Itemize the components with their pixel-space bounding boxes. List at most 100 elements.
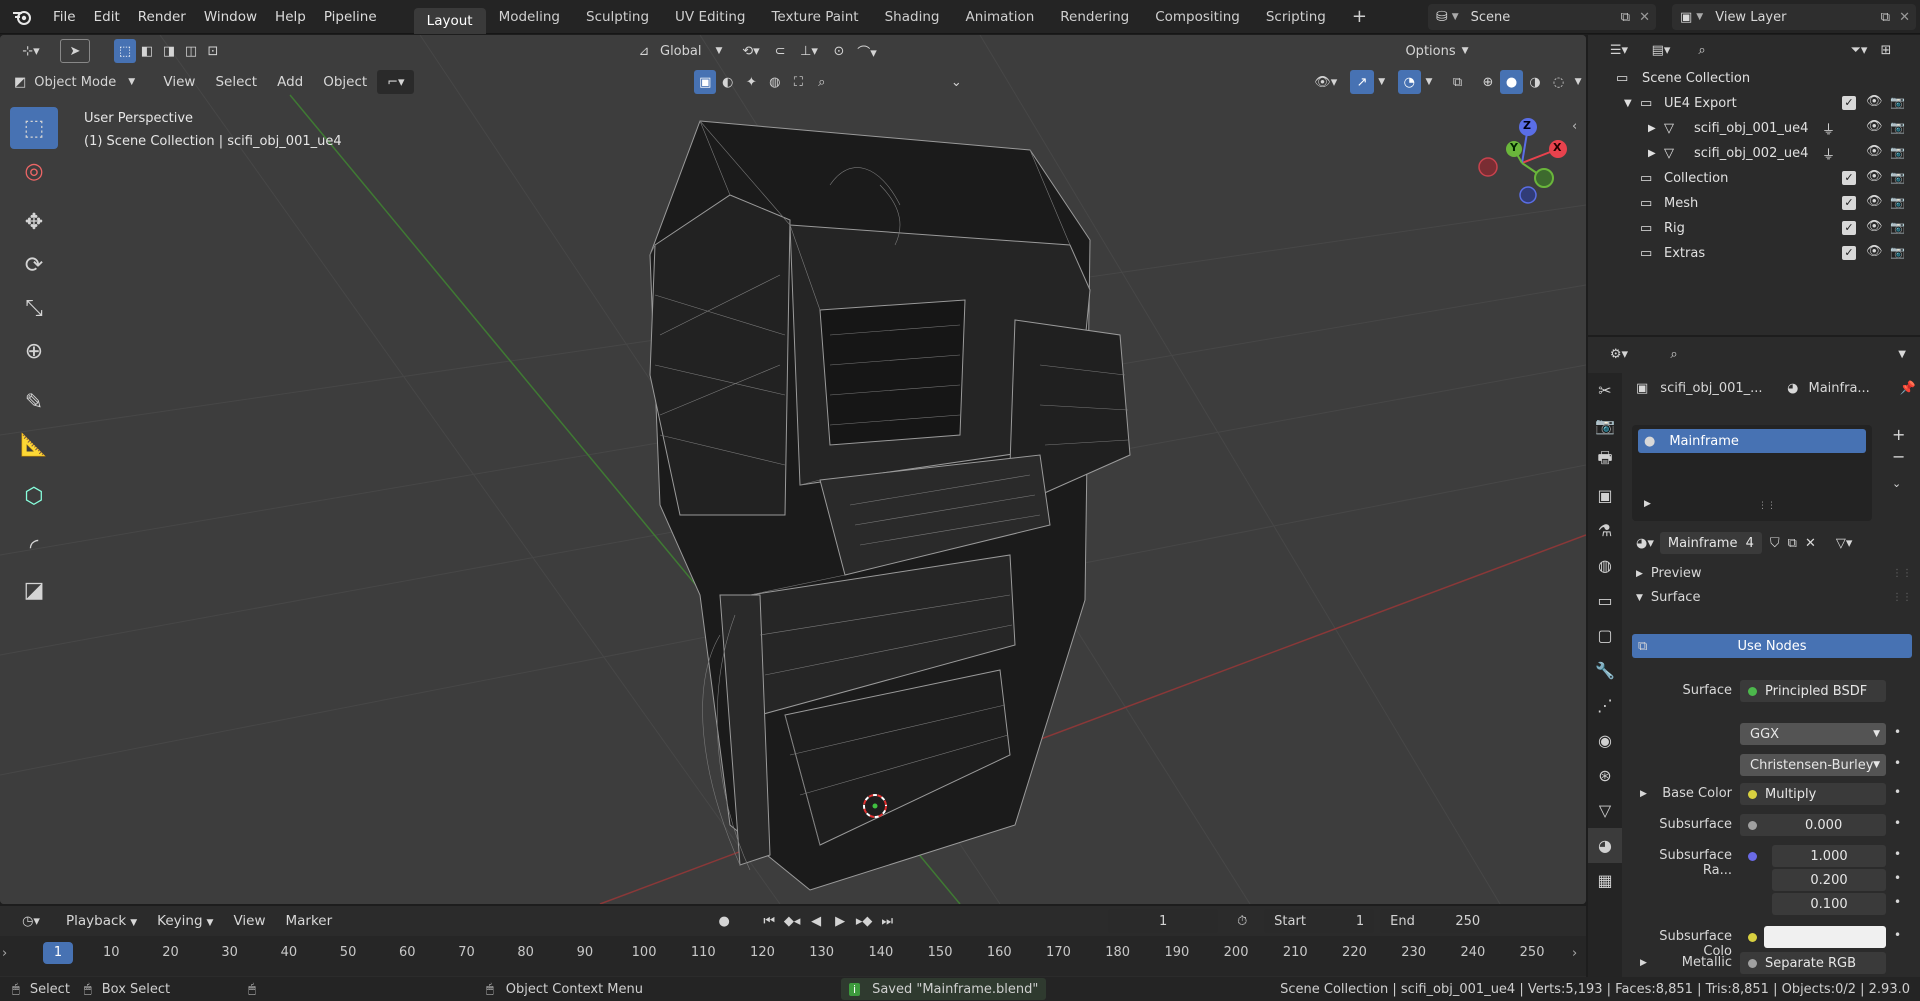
material-slot-list[interactable]: ● Mainframe ▶ ⋮⋮	[1632, 425, 1872, 521]
tab-texture-paint[interactable]: Texture Paint	[758, 4, 871, 30]
data-tab-icon[interactable]: ▽	[1588, 793, 1622, 828]
search-icon[interactable]: ⌕	[810, 70, 834, 94]
pivot-point-icon[interactable]: ⟲▾	[734, 39, 768, 63]
scene-tab-icon[interactable]: ⚗	[1588, 513, 1622, 548]
snap-target-icon[interactable]: ⊥▾	[792, 39, 826, 63]
falloff-icon[interactable]: ⌒▾	[852, 39, 882, 63]
fake-user-icon[interactable]: ⛉	[1770, 536, 1780, 551]
sidebar-toggle-icon[interactable]: ‹	[1572, 119, 1577, 134]
drag-handle-icon[interactable]: ⋮⋮	[1892, 568, 1912, 579]
filter-icon[interactable]: ⏷▾	[1844, 38, 1874, 62]
timeline-scroll-left-icon[interactable]: ›	[2, 946, 7, 961]
overlay-toggle-icon[interactable]: ◔	[1397, 70, 1422, 94]
move-tool-icon[interactable]: ✥	[10, 201, 58, 243]
camera-icon[interactable]: 📷	[1890, 95, 1905, 109]
menu-render[interactable]: Render	[129, 0, 195, 34]
keyframe-dot-icon[interactable]: •	[1894, 895, 1901, 909]
render-tab-icon[interactable]: 📷	[1588, 408, 1622, 443]
modifier-tab-icon[interactable]: 🔧	[1588, 653, 1622, 688]
rendered-shading-icon[interactable]: ◌	[1547, 70, 1571, 94]
chevron-down-icon[interactable]: ▼	[1898, 349, 1906, 360]
select-box-tool-icon[interactable]: ⬚	[10, 107, 58, 149]
play-reverse-icon[interactable]: ◀	[804, 909, 828, 933]
constraints-tab-icon[interactable]: ⊛	[1588, 758, 1622, 793]
prev-keyframe-icon[interactable]: ◆◂	[780, 909, 804, 933]
viewport-menu-select[interactable]: Select	[205, 74, 267, 90]
keyframe-dot-icon[interactable]: •	[1894, 928, 1901, 942]
expand-down-icon[interactable]: ▼	[1624, 98, 1632, 109]
timeline-menu-marker[interactable]: Marker	[276, 913, 343, 929]
display-mode-icon[interactable]: ▤▾	[1644, 38, 1678, 62]
outliner-scene-collection[interactable]: ▭ Scene Collection	[1588, 66, 1920, 91]
material-tab-icon[interactable]: ◕	[1588, 828, 1622, 863]
transform-orientation-icon[interactable]: ⊿	[634, 39, 654, 63]
blender-logo-icon[interactable]	[0, 0, 44, 34]
jump-start-icon[interactable]: ⏮	[758, 909, 780, 933]
rotate-tool-icon[interactable]: ⟳	[10, 244, 58, 286]
add-workspace-button[interactable]: +	[1339, 4, 1380, 30]
camera-icon[interactable]: 📷	[1890, 245, 1905, 259]
xray-icon[interactable]: ⧉	[1445, 70, 1470, 94]
jump-end-icon[interactable]: ⏭	[876, 909, 898, 933]
navigation-gizmo[interactable]: X Z Y	[1470, 107, 1580, 217]
visibility-shading-icon[interactable]: ◐	[716, 70, 740, 94]
eye-icon[interactable]: 👁	[1866, 144, 1883, 159]
distribution-dropdown[interactable]: GGX ▼	[1740, 723, 1886, 745]
select-cursor-icon[interactable]: ➤	[60, 39, 90, 63]
editor-type-icon[interactable]: ⊹▾	[14, 39, 48, 63]
material-slot-item[interactable]: ● Mainframe	[1638, 429, 1866, 453]
scale-tool-icon[interactable]: ⤡	[10, 287, 58, 329]
wireframe-shading-icon[interactable]: ⊕	[1476, 70, 1500, 94]
eye-icon[interactable]: 👁	[1866, 194, 1883, 209]
camera-icon[interactable]: 📷	[1890, 195, 1905, 209]
select-extend-icon[interactable]: ◧	[136, 39, 158, 63]
tab-sculpting[interactable]: Sculpting	[573, 4, 662, 30]
exclude-checkbox[interactable]: ✓	[1842, 196, 1856, 210]
collection-tab-icon[interactable]: ▭	[1588, 583, 1622, 618]
stopwatch-icon[interactable]: ⏱	[1230, 909, 1254, 933]
mesh-data-icon[interactable]: ⏚	[1822, 144, 1835, 163]
camera-icon[interactable]: 📷	[1890, 170, 1905, 184]
annotate-tool-icon[interactable]: ✎	[10, 381, 58, 423]
pin-icon[interactable]: 📌	[1900, 381, 1916, 396]
camera-icon[interactable]: 📷	[1890, 120, 1905, 134]
physics-tab-icon[interactable]: ◉	[1588, 723, 1622, 758]
duplicate-icon[interactable]: ⧉	[1788, 536, 1797, 551]
resize-handle-icon[interactable]: ⋮⋮	[1758, 501, 1776, 511]
exclude-checkbox[interactable]: ✓	[1842, 171, 1856, 185]
expand-right-icon[interactable]: ▶	[1648, 123, 1656, 134]
solid-shading-icon[interactable]: ●	[1499, 70, 1524, 94]
exclude-checkbox[interactable]: ✓	[1842, 96, 1856, 110]
search-icon[interactable]: ⌕	[1662, 342, 1686, 366]
scene-selector[interactable]: ⛁ ▼ Scene ⧉ ✕	[1428, 4, 1656, 30]
base-color-field[interactable]: Multiply	[1740, 783, 1886, 805]
select-invert-icon[interactable]: ◫	[180, 39, 202, 63]
tab-shading[interactable]: Shading	[872, 4, 953, 30]
keyframe-dot-icon[interactable]: •	[1894, 847, 1901, 861]
camera-icon[interactable]: 📷	[1890, 145, 1905, 159]
outliner-item[interactable]: ▼ ▭ UE4 Export ✓ 👁 📷	[1588, 91, 1920, 116]
material-name-field[interactable]: Mainframe 4	[1659, 532, 1762, 554]
select-intersect-icon[interactable]: ⊡	[202, 39, 224, 63]
current-frame-field[interactable]: 1	[1108, 909, 1219, 933]
eye-icon[interactable]: 👁	[1866, 169, 1883, 184]
timeline-scroll-right-icon[interactable]: ›	[1572, 946, 1577, 961]
shear-tool-icon[interactable]: ◪	[10, 569, 58, 611]
expand-right-icon[interactable]: ▶	[1648, 148, 1656, 159]
keyframe-dot-icon[interactable]: •	[1894, 785, 1901, 799]
object-tab-icon[interactable]: ▢	[1588, 618, 1622, 653]
options-dropdown[interactable]: Options ▼	[1402, 39, 1472, 63]
exclude-checkbox[interactable]: ✓	[1842, 221, 1856, 235]
subsurface-method-dropdown[interactable]: Christensen-Burley ▼	[1740, 754, 1886, 776]
close-icon[interactable]: ✕	[1639, 10, 1650, 25]
gizmo-toggle-icon[interactable]: ↗	[1350, 70, 1374, 94]
camera-icon[interactable]: 📷	[1890, 220, 1905, 234]
menu-file[interactable]: File	[44, 0, 85, 34]
tab-scripting[interactable]: Scripting	[1253, 4, 1339, 30]
tab-modeling[interactable]: Modeling	[486, 4, 573, 30]
copy-layer-icon[interactable]: ⧉	[1881, 10, 1890, 25]
subsurface-field[interactable]: 0.000	[1740, 814, 1886, 836]
mode-dropdown[interactable]: ◩ Object Mode ▼	[14, 70, 141, 94]
keyframe-dot-icon[interactable]: •	[1894, 756, 1901, 770]
bevel-tool-icon[interactable]: ◜	[10, 526, 58, 568]
